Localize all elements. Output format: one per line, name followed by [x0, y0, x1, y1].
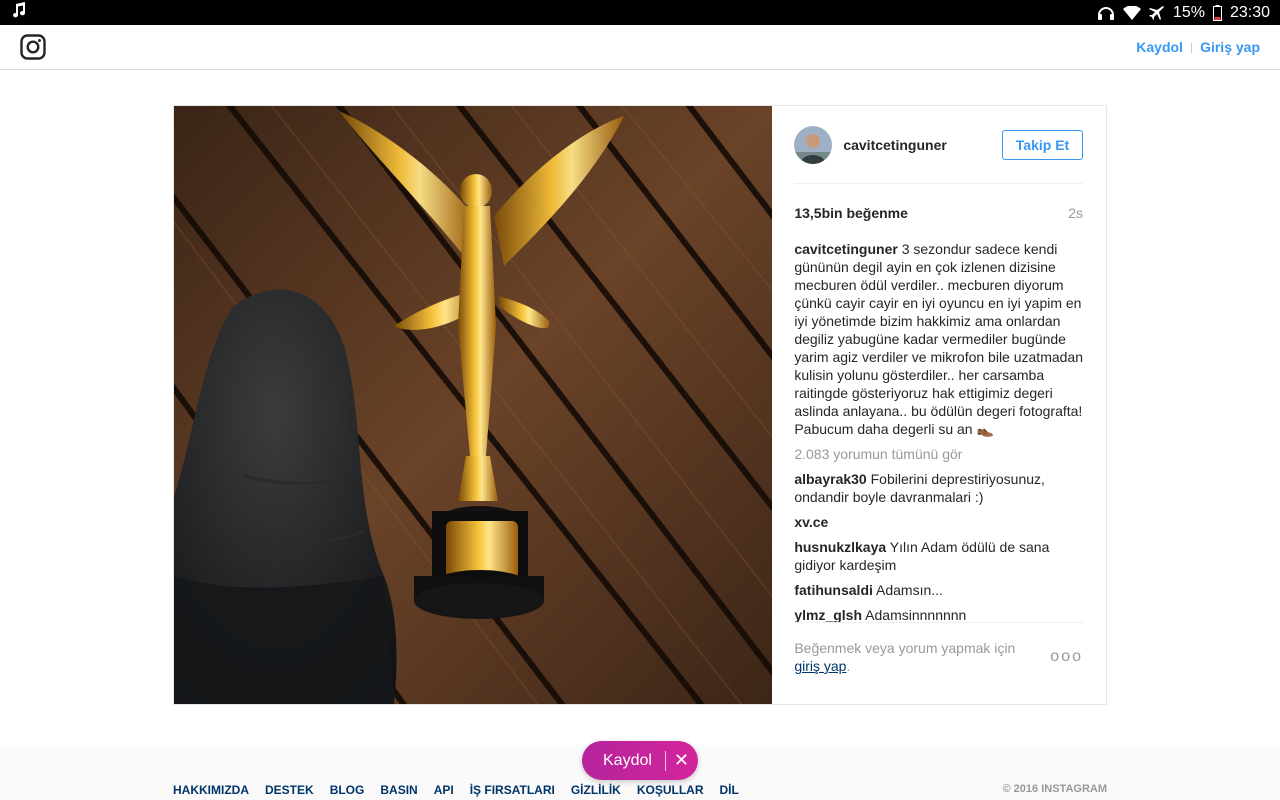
airplane-icon	[1148, 5, 1165, 21]
footer-link-privacy[interactable]: GİZLİLİK	[571, 783, 621, 797]
comment-item: albayrak30 Fobilerini deprestiriyosunuz,…	[794, 470, 1083, 506]
more-options-icon[interactable]: ooo	[1050, 648, 1083, 666]
like-count[interactable]: 13,5bin beğenme	[794, 205, 908, 221]
comment-username[interactable]: fatihunsaldi	[794, 582, 873, 598]
avatar[interactable]	[794, 125, 833, 164]
signup-link[interactable]: Kaydol	[1136, 39, 1183, 55]
post-photo[interactable]	[174, 106, 773, 704]
footer-link-about[interactable]: HAKKIMIZDA	[173, 783, 249, 797]
battery-percent: 15%	[1172, 3, 1205, 21]
post-age[interactable]: 2s	[1068, 205, 1083, 221]
comment-text: Adamsinnnnnnn	[865, 607, 967, 623]
clock: 23:30	[1229, 3, 1270, 21]
caption-text: 3 sezondur sadece kendi gününün degil ay…	[794, 241, 1083, 437]
prompt-text: Beğenmek veya yorum yapmak için	[794, 640, 1016, 656]
view-all-comments-link[interactable]: 2.083 yorumun tümünü gör	[794, 445, 1083, 463]
music-note-icon	[12, 2, 26, 23]
comment-username[interactable]: husnukzlkaya	[794, 539, 886, 555]
comment-text: Adamsın...	[876, 582, 943, 598]
footer-link-language[interactable]: DİL	[720, 783, 739, 797]
post-card: cavitcetinguner Takip Et 13,5bin beğenme…	[173, 105, 1107, 705]
likes-row: 13,5bin beğenme 2s	[794, 184, 1083, 221]
instagram-logo-icon[interactable]	[20, 34, 46, 60]
follow-button[interactable]: Takip Et	[1002, 129, 1083, 160]
prompt-period: .	[846, 658, 851, 674]
footer-link-api[interactable]: API	[434, 783, 454, 797]
comment-username[interactable]: albayrak30	[794, 471, 866, 487]
comment-username[interactable]: xv.ce	[794, 514, 828, 530]
battery-icon	[1212, 4, 1222, 21]
footer-link-press[interactable]: BASIN	[380, 783, 417, 797]
top-navigation: Kaydol | Giriş yap	[0, 25, 1280, 70]
caption-username[interactable]: cavitcetinguner	[794, 241, 897, 257]
post-header: cavitcetinguner Takip Et	[794, 106, 1083, 184]
footer-links: HAKKIMIZDA DESTEK BLOG BASIN API İŞ FIRS…	[173, 783, 739, 797]
footer-link-jobs[interactable]: İŞ FIRSATLARI	[470, 783, 555, 797]
comment-username[interactable]: ylmz_glsh	[794, 607, 862, 622]
comment-item: ylmz_glsh Adamsinnnnnnn	[794, 606, 1083, 623]
post-username[interactable]: cavitcetinguner	[843, 137, 1002, 153]
comment-item: fatihunsaldi Adamsın...	[794, 581, 1083, 599]
login-link[interactable]: Giriş yap	[1200, 39, 1260, 55]
signup-pill-button[interactable]: Kaydol ✕	[582, 741, 698, 780]
comment-item: husnukzlkaya Yılın Adam ödülü de sana gi…	[794, 538, 1083, 574]
close-icon[interactable]: ✕	[674, 750, 689, 771]
caption: cavitcetinguner 3 sezondur sadece kendi …	[794, 240, 1083, 438]
status-bar: 15% 23:30	[0, 0, 1280, 25]
copyright: © 2016 INSTAGRAM	[1002, 783, 1107, 795]
post-sidebar: cavitcetinguner Takip Et 13,5bin beğenme…	[772, 106, 1106, 704]
wifi-icon	[1122, 5, 1141, 20]
login-prompt: Beğenmek veya yorum yapmak için giriş ya…	[794, 623, 1083, 675]
footer-link-blog[interactable]: BLOG	[330, 783, 365, 797]
footer-link-support[interactable]: DESTEK	[265, 783, 314, 797]
prompt-login-link[interactable]: giriş yap	[794, 658, 846, 674]
nav-separator: |	[1189, 40, 1194, 54]
headset-icon	[1097, 5, 1115, 21]
pill-divider	[664, 750, 666, 771]
comment-item: xv.ce	[794, 513, 1083, 531]
comment-list[interactable]: cavitcetinguner 3 sezondur sadece kendi …	[794, 240, 1083, 623]
footer-link-terms[interactable]: KOŞULLAR	[637, 783, 704, 797]
signup-pill-label[interactable]: Kaydol	[603, 752, 652, 770]
